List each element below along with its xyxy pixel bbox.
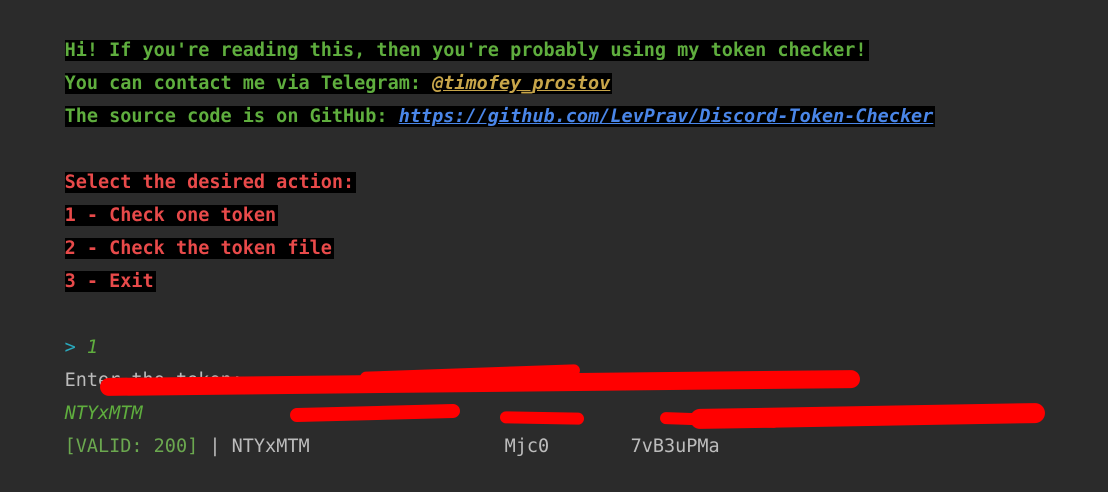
result-line: [VALID: 200] | NTYxMTM <box>20 402 310 457</box>
result-token-part-1: NTYxMTM <box>231 436 310 457</box>
prompt-line: > 1 <box>20 303 98 358</box>
greeting-line-2: You can contact me via Telegram: @timofe… <box>20 39 613 94</box>
menu-title-line: Select the desired action: <box>20 138 357 193</box>
redaction-mark-3 <box>289 403 461 423</box>
github-prefix: The source code is on GitHub: <box>64 106 399 127</box>
redaction-mark-4 <box>499 411 585 425</box>
menu-option-2-line: 2 - Check the token file <box>20 204 334 259</box>
result-separator: | <box>198 436 232 457</box>
menu-option-3-line: 3 - Exit <box>20 237 156 292</box>
github-url-link[interactable]: https://github.com/LevPrav/Discord-Token… <box>399 106 934 127</box>
greeting-line-1: Hi! If you're reading this, then you're … <box>20 6 869 61</box>
enter-token-line: Enter the token: <box>20 336 243 391</box>
greeting-line-3: The source code is on GitHub: https://gi… <box>20 72 936 127</box>
valid-status: [VALID: 200] <box>64 436 199 457</box>
menu-option-3: 3 - Exit <box>64 271 156 292</box>
menu-option-1-line: 1 - Check one token <box>20 171 279 226</box>
